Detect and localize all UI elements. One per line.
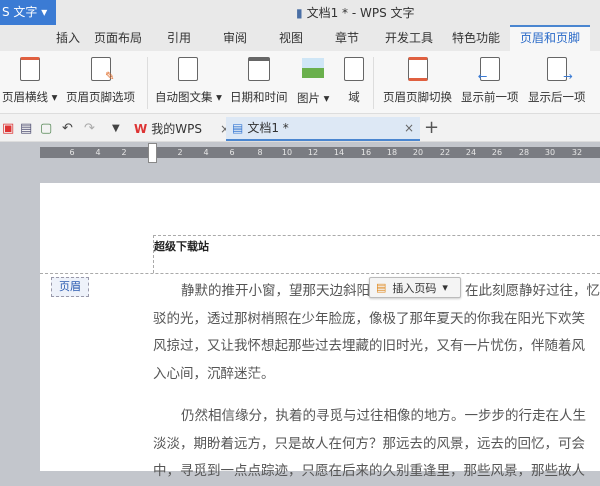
ruler-tick-label: 2 <box>121 148 127 157</box>
autotext-icon <box>176 57 200 83</box>
tab-chapter[interactable]: 章节 <box>318 25 376 51</box>
pdf-icon[interactable]: ▣ <box>2 121 14 136</box>
header-line-button[interactable]: 页眉横线 ▾ <box>2 55 57 105</box>
redo-icon[interactable]: ↷ <box>84 121 95 136</box>
arrow-right-icon: → <box>545 57 573 83</box>
tab-developer[interactable]: 开发工具 <box>376 25 442 51</box>
document-icon: ▤ <box>232 121 244 135</box>
print-icon[interactable]: ▤ <box>20 121 32 136</box>
chevron-down-icon: ▾ <box>442 281 448 294</box>
print-preview-icon[interactable]: ▢ <box>40 121 52 136</box>
ribbon-tabs: 插入 页面布局 引用 审阅 视图 章节 开发工具 特色功能 页眉和页脚 <box>0 25 600 51</box>
tab-header-footer[interactable]: 页眉和页脚 <box>510 25 590 51</box>
tab-page-layout[interactable]: 页面布局 <box>84 25 152 51</box>
chevron-down-icon: ▾ <box>41 5 48 19</box>
tab-view[interactable]: 视图 <box>264 25 318 51</box>
switch-header-footer-button[interactable]: 页眉页脚切换 <box>383 55 452 105</box>
switch-icon <box>406 57 430 83</box>
calendar-icon <box>247 57 271 83</box>
window-title: ▮ 文档1 * - WPS 文字 <box>296 5 415 21</box>
tab-review[interactable]: 审阅 <box>206 25 264 51</box>
ruler-tick-label: 24 <box>465 148 477 157</box>
indent-marker[interactable] <box>148 143 157 163</box>
date-time-button[interactable]: 日期和时间 <box>230 55 288 105</box>
ruler-tick-label: 4 <box>203 148 209 157</box>
ruler-tick-label: 12 <box>307 148 319 157</box>
tab-references[interactable]: 引用 <box>152 25 206 51</box>
ribbon: 页眉横线 ▾ ✎ 页眉页脚选项 自动图文集 ▾ 日期和时间 图片 ▾ 域 页眉页脚… <box>0 51 600 114</box>
header-footer-options-button[interactable]: ✎ 页眉页脚选项 <box>66 55 135 105</box>
ruler-tick-label: 20 <box>412 148 424 157</box>
picture-icon <box>301 58 325 84</box>
autotext-button[interactable]: 自动图文集 ▾ <box>155 55 222 105</box>
document-tab-bar: ▣ ▤ ▢ ↶ ↷ ▼ W我的WPS× ▤文档1 *× + <box>0 114 600 142</box>
ruler-tick-label: 4 <box>95 148 101 157</box>
insert-page-number-button[interactable]: ▤ 插入页码 ▾ <box>369 277 461 298</box>
ruler-tick-label: 28 <box>518 148 530 157</box>
ruler-tick-label: 6 <box>69 148 75 157</box>
edit-page-icon: ✎ <box>89 57 115 83</box>
ruler-tick-label: 30 <box>544 148 556 157</box>
tab-document1[interactable]: ▤ 文档1 * × <box>226 117 420 141</box>
header-label: 页眉 <box>51 277 89 297</box>
undo-icon[interactable]: ↶ <box>62 121 73 136</box>
header-divider <box>40 273 600 274</box>
header-area[interactable] <box>153 235 600 273</box>
horizontal-ruler[interactable]: 6 4 2 2 4 6 8 10 12 14 16 18 20 22 24 26 28 30 32 <box>40 143 600 163</box>
tab-insert[interactable]: 插入 <box>0 25 84 51</box>
show-previous-button[interactable]: ← 显示前一项 <box>461 55 519 105</box>
close-icon[interactable]: × <box>404 116 414 140</box>
new-tab-button[interactable]: + <box>424 117 439 138</box>
picture-button[interactable]: 图片 ▾ <box>297 55 329 106</box>
page-number-icon: ▤ <box>376 281 387 294</box>
header-line-icon <box>18 57 42 83</box>
wps-logo-icon: W <box>134 122 148 136</box>
tab-features[interactable]: 特色功能 <box>442 25 510 51</box>
ruler-tick-label: 10 <box>281 148 293 157</box>
header-text[interactable]: 超级下载站 <box>154 238 209 254</box>
ruler-tick-label: 8 <box>257 148 263 157</box>
paragraph-2[interactable]: 仍然相信缘分，执着的寻觅与过往相像的地方。一步步的行走在人生 淡淡，期盼着远方，… <box>153 403 600 486</box>
show-next-button[interactable]: → 显示后一项 <box>528 55 586 105</box>
ruler-tick-label: 22 <box>439 148 451 157</box>
ruler-tick-label: 32 <box>571 148 583 157</box>
ruler-tick-label: 6 <box>229 148 235 157</box>
app-menu-button[interactable]: S 文字 ▾ <box>0 0 56 25</box>
field-icon <box>342 57 366 83</box>
ruler-tick-label: 2 <box>177 148 183 157</box>
arrow-left-icon: ← <box>478 57 502 83</box>
tab-my-wps[interactable]: W我的WPS× <box>128 117 236 141</box>
document-icon: ▮ <box>296 5 303 20</box>
ruler-tick-label: 16 <box>360 148 372 157</box>
ruler-tick-label: 14 <box>333 148 345 157</box>
field-button[interactable]: 域 <box>342 55 366 105</box>
dropdown-icon[interactable]: ▼ <box>112 123 120 134</box>
ruler-tick-label: 26 <box>491 148 503 157</box>
ruler-tick-label: 18 <box>386 148 398 157</box>
